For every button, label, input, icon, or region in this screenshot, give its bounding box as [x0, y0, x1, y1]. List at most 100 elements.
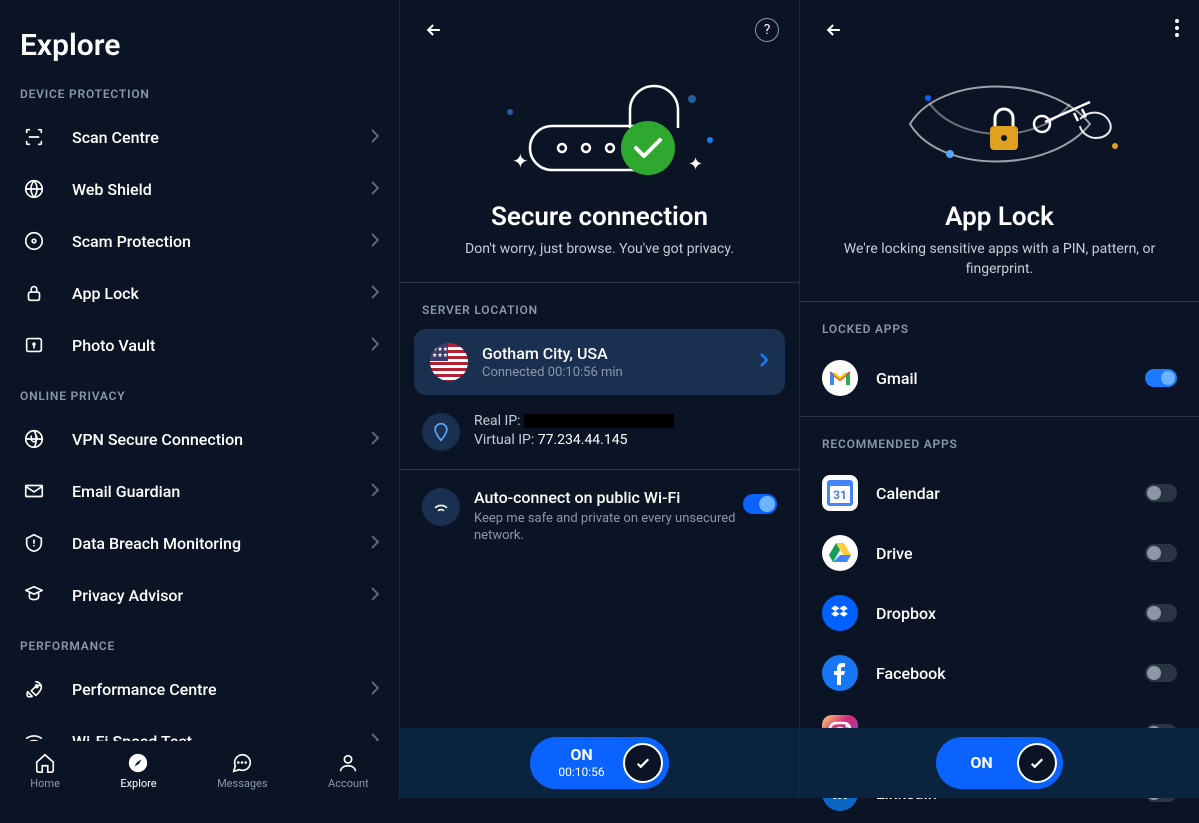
chevron-right-icon [371, 430, 379, 449]
usa-flag-icon: ★★★ ★★★ [430, 343, 468, 381]
chevron-right-icon [371, 586, 379, 605]
app-lock-toggle[interactable] [1145, 484, 1177, 502]
calendar-app-icon: 31 [822, 475, 858, 511]
menu-item-label: Web Shield [72, 180, 371, 199]
scam-icon [20, 227, 48, 255]
svg-text:✦: ✦ [688, 154, 703, 175]
lock-icon [20, 279, 48, 307]
chevron-right-icon [371, 180, 379, 199]
back-button[interactable] [820, 16, 848, 44]
menu-item-performance-centre[interactable]: Performance Centre [0, 663, 399, 715]
app-row-gmail: Gmail [800, 348, 1199, 408]
gmail-app-icon [822, 360, 858, 396]
real-ip-label: Real IP: [474, 413, 521, 429]
section-header: ONLINE PRIVACY [0, 389, 399, 413]
auto-connect-title: Auto-connect on public Wi-Fi [474, 488, 743, 507]
menu-item-label: Scam Protection [72, 232, 371, 251]
app-lock-toggle[interactable] [1145, 544, 1177, 562]
menu-item-vpn-secure-connection[interactable]: VPN Secure Connection [0, 413, 399, 465]
chevron-right-icon [371, 232, 379, 251]
menu-item-label: VPN Secure Connection [72, 430, 371, 449]
app-name-label: Gmail [876, 369, 1145, 388]
ip-icon [422, 413, 460, 451]
virtual-ip-label: Virtual IP: [474, 432, 534, 448]
auto-connect-desc: Keep me safe and private on every unsecu… [474, 510, 743, 545]
wifi-icon [422, 488, 460, 526]
home-icon [33, 751, 57, 775]
chevron-right-icon [371, 534, 379, 553]
menu-item-web-shield[interactable]: Web Shield [0, 163, 399, 215]
screen-title: Secure connection [400, 202, 799, 232]
chevron-right-icon [371, 680, 379, 699]
server-location-header: SERVER LOCATION [400, 283, 799, 329]
nav-explore[interactable]: Explore [120, 751, 156, 790]
app-name-label: Drive [876, 544, 1145, 563]
app-name-label: Dropbox [876, 604, 1145, 623]
nav-account[interactable]: Account [328, 751, 369, 790]
menu-item-label: Photo Vault [72, 336, 371, 355]
check-icon [623, 743, 663, 783]
vpn-on-toggle[interactable]: ON 00:10:56 [530, 737, 668, 789]
menu-item-email-guardian[interactable]: Email Guardian [0, 465, 399, 517]
screen-subtitle: Don't worry, just browse. You've got pri… [400, 240, 799, 260]
message-icon [230, 751, 254, 775]
menu-item-label: Email Guardian [72, 482, 371, 501]
menu-item-data-breach-monitoring[interactable]: Data Breach Monitoring [0, 517, 399, 569]
section-header: DEVICE PROTECTION [0, 87, 399, 111]
scan-icon [20, 123, 48, 151]
chevron-right-icon [371, 482, 379, 501]
app-name-label: Facebook [876, 664, 1145, 683]
menu-item-privacy-advisor[interactable]: Privacy Advisor [0, 569, 399, 621]
menu-item-photo-vault[interactable]: Photo Vault [0, 319, 399, 371]
app-row-facebook: Facebook [800, 643, 1199, 703]
chevron-right-icon [371, 284, 379, 303]
app-lock-toggle[interactable] [1145, 369, 1177, 387]
rocket-icon [20, 675, 48, 703]
app-lock-toggle[interactable] [1145, 664, 1177, 682]
advisor-icon [20, 581, 48, 609]
screen-subtitle: We're locking sensitive apps with a PIN,… [800, 240, 1199, 279]
menu-item-app-lock[interactable]: App Lock [0, 267, 399, 319]
chevron-right-icon [371, 128, 379, 147]
virtual-ip-value: 77.234.44.145 [538, 432, 628, 448]
app-lock-toggle[interactable] [1145, 604, 1177, 622]
email-icon [20, 477, 48, 505]
menu-item-label: Scan Centre [72, 128, 371, 147]
app-lock-panel: App Lock We're locking sensitive apps wi… [799, 0, 1199, 798]
menu-item-label: App Lock [72, 284, 371, 303]
app-lock-illustration [800, 44, 1199, 194]
section-header: PERFORMANCE [0, 639, 399, 663]
locked-apps-header: LOCKED APPS [800, 302, 1199, 348]
applock-on-toggle[interactable]: ON [936, 737, 1062, 789]
bottom-nav: Home Explore Messages Account [0, 741, 399, 798]
nav-home[interactable]: Home [30, 751, 60, 790]
explore-panel: Explore DEVICE PROTECTION Scan Centre We… [0, 0, 399, 798]
server-name: Gotham City, USA [482, 344, 759, 363]
secure-connection-illustration: ✦ ✦ [400, 44, 799, 194]
menu-item-scam-protection[interactable]: Scam Protection [0, 215, 399, 267]
check-icon [1017, 743, 1057, 783]
chevron-right-icon [759, 352, 769, 372]
account-icon [336, 751, 360, 775]
globe-icon [20, 175, 48, 203]
screen-title: App Lock [800, 202, 1199, 232]
menu-item-label: Privacy Advisor [72, 586, 371, 605]
svg-text:✦: ✦ [512, 149, 529, 173]
page-title: Explore [0, 0, 399, 87]
more-menu-button[interactable] [1175, 19, 1179, 41]
nav-messages[interactable]: Messages [217, 751, 267, 790]
app-row-dropbox: Dropbox [800, 583, 1199, 643]
secure-connection-panel: ? ✦ ✦ Secure connection [399, 0, 799, 798]
help-button[interactable]: ? [755, 18, 779, 42]
vault-icon [20, 331, 48, 359]
breach-icon [20, 529, 48, 557]
vpn-icon [20, 425, 48, 453]
menu-item-scan-centre[interactable]: Scan Centre [0, 111, 399, 163]
chevron-right-icon [371, 336, 379, 355]
svg-text:★★★: ★★★ [432, 352, 448, 359]
menu-item-label: Data Breach Monitoring [72, 534, 371, 553]
facebook-app-icon [822, 655, 858, 691]
server-location-row[interactable]: ★★★ ★★★ Gotham City, USA Connected 00:10… [414, 329, 785, 395]
back-button[interactable] [420, 16, 448, 44]
auto-connect-toggle[interactable] [743, 494, 777, 514]
